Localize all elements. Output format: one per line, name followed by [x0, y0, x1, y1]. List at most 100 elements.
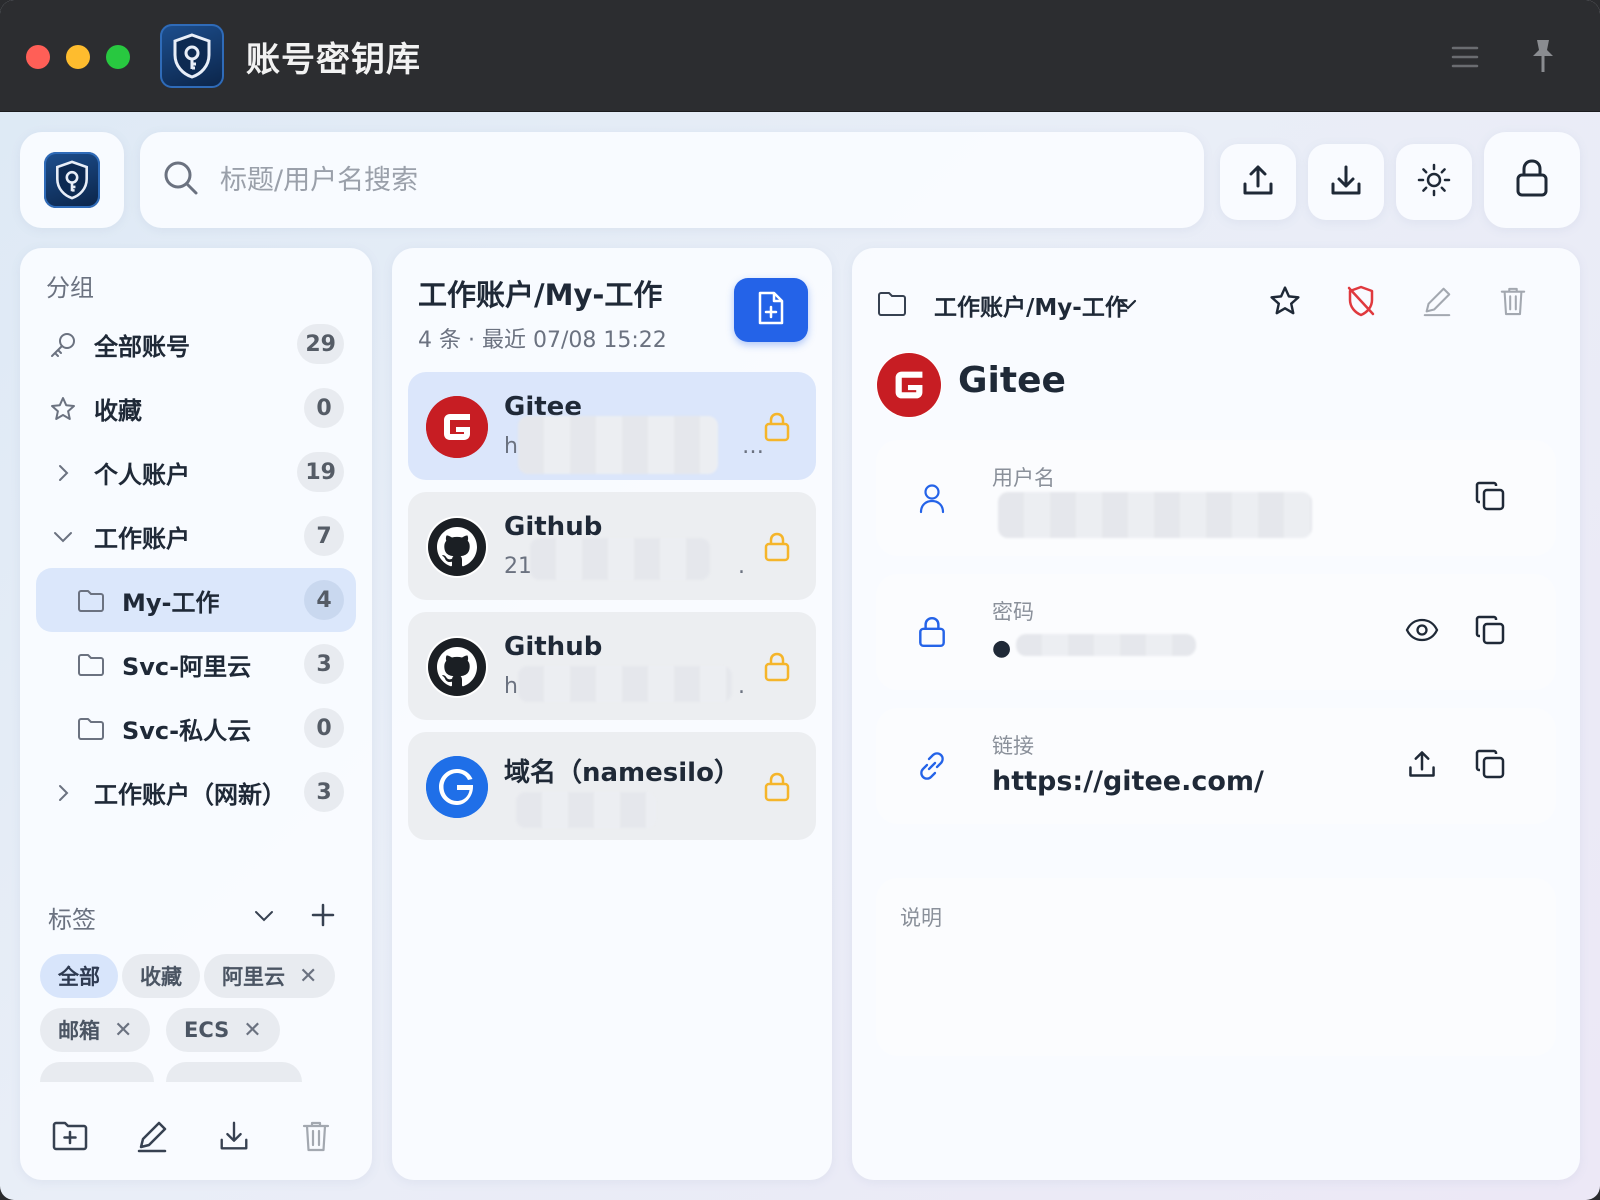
group-personal[interactable]: 个人账户 19: [36, 440, 356, 504]
upload-icon: [1240, 162, 1276, 202]
group-count: 7: [304, 516, 344, 556]
link-label: 链接: [992, 734, 1034, 758]
redaction-blur: [518, 666, 732, 702]
folder-icon: [76, 650, 106, 680]
chevron-right-icon[interactable]: [48, 778, 78, 808]
lock-icon: [762, 650, 792, 684]
chevron-down-icon[interactable]: [48, 522, 78, 552]
favorite-button[interactable]: [1264, 282, 1306, 324]
tag-label: 收藏: [140, 965, 182, 989]
add-tag-button[interactable]: [306, 898, 340, 932]
sun-icon: [1416, 162, 1452, 202]
group-label: 全部账号: [94, 332, 190, 361]
pencil-icon: [1421, 285, 1453, 321]
show-password-button[interactable]: [1402, 612, 1442, 652]
copy-icon: [1474, 614, 1506, 650]
username-field: 用户名: [876, 440, 1556, 556]
open-link-button[interactable]: [1402, 746, 1442, 786]
group-all-accounts[interactable]: 全部账号 29: [36, 312, 356, 376]
tag-chip-aliyun[interactable]: 阿里云 ✕: [204, 954, 336, 998]
namesilo-logo-icon: [426, 756, 488, 818]
delete-group-button[interactable]: [296, 1116, 336, 1156]
theme-toggle-button[interactable]: [1396, 144, 1472, 220]
upload-icon: [1406, 748, 1438, 784]
tag-chip-mailbox[interactable]: 邮箱 ✕: [40, 1008, 151, 1052]
delete-entry-button[interactable]: [1492, 282, 1534, 324]
group-svc-aliyun[interactable]: Svc-阿里云 3: [36, 632, 356, 696]
close-icon[interactable]: ✕: [299, 964, 317, 989]
lock-icon: [1513, 158, 1551, 202]
new-entry-button[interactable]: [734, 278, 808, 342]
close-icon[interactable]: ✕: [243, 1018, 261, 1043]
import-button[interactable]: [1308, 144, 1384, 220]
gitee-logo-icon: [426, 396, 488, 458]
group-count: 3: [304, 644, 344, 684]
notes-field[interactable]: 说明: [876, 878, 1556, 1056]
chevron-down-icon[interactable]: [1114, 290, 1142, 318]
group-work-wangxin[interactable]: 工作账户（网新） 3: [36, 760, 356, 824]
list-item[interactable]: Github h .: [408, 612, 816, 720]
group-count: 29: [297, 324, 344, 364]
group-my-work[interactable]: My-工作 4: [36, 568, 356, 632]
entry-subtitle-prefix: 21: [504, 554, 532, 579]
copy-username-button[interactable]: [1470, 478, 1510, 518]
tag-chip-ecs[interactable]: ECS ✕: [166, 1008, 280, 1052]
lock-icon: [762, 770, 792, 804]
tag-chip-all[interactable]: 全部: [40, 954, 118, 998]
list-item[interactable]: 域名（namesilo）: [408, 732, 816, 840]
password-label: 密码: [992, 600, 1034, 624]
download-icon: [1328, 162, 1364, 202]
list-item[interactable]: Gitee h …: [408, 372, 816, 480]
link-value[interactable]: https://gitee.com/: [992, 766, 1264, 797]
tag-label: 全部: [58, 965, 100, 989]
home-logo-button[interactable]: [20, 132, 124, 228]
app-logo-icon: [160, 24, 224, 88]
lock-vault-button[interactable]: [1484, 132, 1580, 228]
pin-icon[interactable]: [1526, 36, 1560, 76]
copy-link-button[interactable]: [1470, 746, 1510, 786]
group-svc-private-cloud[interactable]: Svc-私人云 0: [36, 696, 356, 760]
entry-subtitle-prefix: h: [504, 434, 518, 459]
vault-logo-icon: [44, 152, 100, 208]
star-icon: [1268, 284, 1302, 322]
maximize-window-button[interactable]: [106, 45, 130, 69]
lock-icon: [914, 614, 950, 650]
search-bar: [140, 132, 1204, 228]
security-off-button[interactable]: [1340, 282, 1382, 324]
group-favorites[interactable]: 收藏 0: [36, 376, 356, 440]
export-button[interactable]: [1220, 144, 1296, 220]
groups-heading: 分组: [46, 274, 94, 302]
chevron-down-icon[interactable]: [248, 900, 280, 932]
menu-icon[interactable]: [1448, 40, 1482, 74]
user-icon: [914, 480, 950, 516]
redacted-password: [1016, 634, 1196, 656]
group-label: 个人账户: [94, 460, 190, 489]
edit-entry-button[interactable]: [1416, 282, 1458, 324]
edit-group-button[interactable]: [132, 1116, 172, 1156]
entry-subtitle-suffix: .: [737, 674, 745, 699]
detail-group-path[interactable]: 工作账户/My-工作: [934, 288, 1128, 322]
tag-chip-favorites[interactable]: 收藏: [122, 954, 200, 998]
group-count: 0: [304, 708, 344, 748]
list-item[interactable]: Github 21 .: [408, 492, 816, 600]
copy-password-button[interactable]: [1470, 612, 1510, 652]
tag-label: 邮箱: [58, 1019, 100, 1043]
folder-icon: [76, 714, 106, 744]
password-field: 密码 ●: [876, 574, 1556, 690]
copy-icon: [1474, 748, 1506, 784]
minimize-window-button[interactable]: [66, 45, 90, 69]
search-input[interactable]: [220, 164, 1120, 196]
title-bar: 账号密钥库: [0, 0, 1600, 112]
close-icon[interactable]: ✕: [114, 1018, 132, 1043]
chevron-right-icon[interactable]: [48, 458, 78, 488]
notes-label: 说明: [900, 906, 942, 930]
close-window-button[interactable]: [26, 45, 50, 69]
import-group-button[interactable]: [214, 1116, 254, 1156]
group-work[interactable]: 工作账户 7: [36, 504, 356, 568]
add-folder-button[interactable]: [50, 1116, 90, 1156]
key-icon: [48, 330, 78, 360]
shield-off-icon: [1345, 284, 1377, 322]
group-label: Svc-私人云: [122, 716, 252, 745]
redacted-username: [998, 492, 1312, 538]
group-label: Svc-阿里云: [122, 652, 252, 681]
